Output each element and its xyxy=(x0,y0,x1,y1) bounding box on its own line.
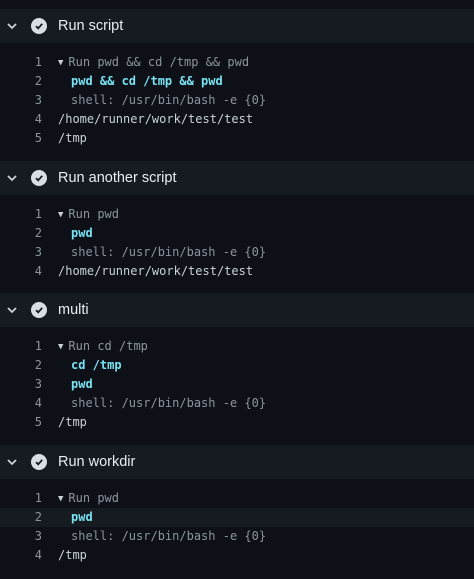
command-text: pwd xyxy=(71,377,93,391)
command-text: pwd xyxy=(71,226,93,240)
command-text: pwd xyxy=(71,510,93,524)
step-log: 1 ▼ Run pwd && cd /tmp && pwd 2 pwd && cd /… xyxy=(0,53,474,148)
output-text: /home/runner/work/test/test xyxy=(58,264,254,278)
group-label: Run pwd xyxy=(68,491,119,505)
chevron-down-icon[interactable] xyxy=(5,20,19,32)
output-text: /tmp xyxy=(58,548,87,562)
line-number[interactable]: 4 xyxy=(0,394,42,413)
group-toggle[interactable]: ▼ Run pwd && cd /tmp && pwd xyxy=(58,53,249,73)
step-run-another-script: Run another script xyxy=(0,161,474,195)
log-line-highlighted: 2 pwd xyxy=(0,508,474,527)
group-label: Run pwd xyxy=(68,207,119,221)
check-circle-icon xyxy=(31,302,47,318)
triangle-down-icon: ▼ xyxy=(58,494,64,504)
step-title: multi xyxy=(58,302,89,318)
line-number[interactable]: 5 xyxy=(0,129,42,148)
triangle-down-icon: ▼ xyxy=(58,210,64,220)
step-run-workdir: Run workdir xyxy=(0,445,474,479)
line-number[interactable]: 5 xyxy=(0,413,42,432)
line-number[interactable]: 1 xyxy=(0,53,42,72)
log-line: 5/tmp xyxy=(0,129,474,148)
check-circle-icon xyxy=(31,18,47,34)
log-line: 1 ▼ Run pwd xyxy=(0,205,474,224)
log-line: 1 ▼ Run pwd xyxy=(0,489,474,508)
output-text: /tmp xyxy=(58,131,87,145)
shell-text: shell: /usr/bin/bash -e {0} xyxy=(71,396,267,410)
step-log: 1 ▼ Run pwd 2 pwd 3 shell: /usr/bin/bash -e … xyxy=(0,205,474,281)
check-circle-icon xyxy=(31,170,47,186)
step-run-script: Run script xyxy=(0,9,474,43)
line-number[interactable]: 2 xyxy=(0,356,42,375)
line-number[interactable]: 3 xyxy=(0,91,42,110)
group-toggle[interactable]: ▼ Run pwd xyxy=(58,205,119,225)
line-number[interactable]: 3 xyxy=(0,243,42,262)
triangle-down-icon: ▼ xyxy=(58,58,64,68)
group-toggle[interactable]: ▼ Run pwd xyxy=(58,489,119,509)
step-header[interactable]: Run another script xyxy=(0,161,474,195)
step-header[interactable]: Run script xyxy=(0,9,474,43)
line-number[interactable]: 3 xyxy=(0,375,42,394)
output-text: /tmp xyxy=(58,415,87,429)
command-text: cd /tmp xyxy=(71,358,122,372)
output-text: /home/runner/work/test/test xyxy=(58,112,254,126)
step-header[interactable]: multi xyxy=(0,293,474,327)
command-text: pwd && cd /tmp && pwd xyxy=(71,74,223,88)
line-number[interactable]: 3 xyxy=(0,527,42,546)
line-number[interactable]: 2 xyxy=(0,72,42,91)
log-line: 1 ▼ Run cd /tmp xyxy=(0,337,474,356)
line-number[interactable]: 1 xyxy=(0,205,42,224)
group-label: Run pwd && cd /tmp && pwd xyxy=(68,55,250,69)
step-log: 1 ▼ Run pwd 2 pwd 3 shell: /usr/bin/bash -e … xyxy=(0,489,474,565)
triangle-down-icon: ▼ xyxy=(58,342,64,352)
shell-text: shell: /usr/bin/bash -e {0} xyxy=(71,529,267,543)
step-title: Run another script xyxy=(58,170,177,186)
log-line: 2 pwd xyxy=(0,224,474,243)
log-line: 4/home/runner/work/test/test xyxy=(0,262,474,281)
log-line: 1 ▼ Run pwd && cd /tmp && pwd xyxy=(0,53,474,72)
log-line: 4/home/runner/work/test/test xyxy=(0,110,474,129)
shell-text: shell: /usr/bin/bash -e {0} xyxy=(71,93,267,107)
chevron-down-icon[interactable] xyxy=(5,172,19,184)
line-number[interactable]: 4 xyxy=(0,546,42,565)
step-title: Run script xyxy=(58,18,124,34)
log-line: 3 shell: /usr/bin/bash -e {0} xyxy=(0,91,474,110)
chevron-down-icon[interactable] xyxy=(5,304,19,316)
chevron-down-icon[interactable] xyxy=(5,456,19,468)
line-number[interactable]: 4 xyxy=(0,262,42,281)
shell-text: shell: /usr/bin/bash -e {0} xyxy=(71,245,267,259)
line-number[interactable]: 1 xyxy=(0,337,42,356)
log-line: 4/tmp xyxy=(0,546,474,565)
group-label: Run cd /tmp xyxy=(68,339,148,353)
group-toggle[interactable]: ▼ Run cd /tmp xyxy=(58,337,148,357)
line-number[interactable]: 2 xyxy=(0,224,42,243)
step-multi: multi xyxy=(0,293,474,327)
log-line: 2 cd /tmp xyxy=(0,356,474,375)
step-header[interactable]: Run workdir xyxy=(0,445,474,479)
step-title: Run workdir xyxy=(58,454,136,470)
check-circle-icon xyxy=(31,454,47,470)
log-line: 3 shell: /usr/bin/bash -e {0} xyxy=(0,243,474,262)
log-line: 5/tmp xyxy=(0,413,474,432)
line-number[interactable]: 2 xyxy=(0,508,42,527)
line-number[interactable]: 1 xyxy=(0,489,42,508)
log-line: 4 shell: /usr/bin/bash -e {0} xyxy=(0,394,474,413)
log-line: 2 pwd && cd /tmp && pwd xyxy=(0,72,474,91)
log-line: 3 pwd xyxy=(0,375,474,394)
log-line: 3 shell: /usr/bin/bash -e {0} xyxy=(0,527,474,546)
step-log: 1 ▼ Run cd /tmp 2 cd /tmp 3 pwd 4 shell: /usr… xyxy=(0,337,474,432)
line-number[interactable]: 4 xyxy=(0,110,42,129)
